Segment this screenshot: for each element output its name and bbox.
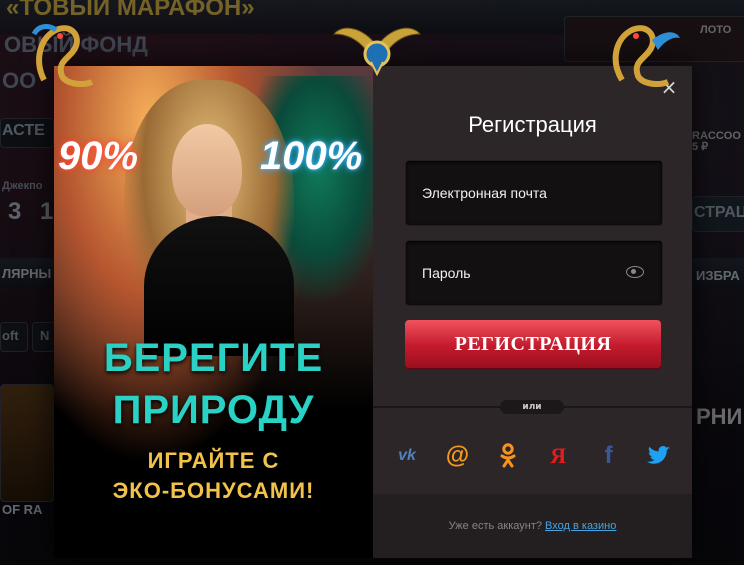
promo-subline2: ЭКО-БОНУСАМИ! [112,478,315,503]
or-label: или [500,400,564,414]
promo-subline1: ИГРАЙТЕ С [147,448,280,473]
register-button[interactable]: РЕГИСТРАЦИЯ [405,320,661,368]
footer-text: Уже есть аккаунт? [448,520,542,532]
password-field-label: Пароль [422,265,471,281]
form-title: Регистрация [468,112,597,137]
form-footer: Уже есть аккаунт? Вход в казино [373,494,692,558]
yandex-icon[interactable]: Я [544,442,572,470]
password-field[interactable]: Пароль [405,240,663,306]
cobra-right-icon [612,25,680,87]
vk-icon[interactable]: vk [393,442,421,470]
eye-icon[interactable] [626,266,644,278]
facebook-icon[interactable]: f [595,442,623,470]
promo-headline-line1: БЕРЕГИТЕ [103,336,324,380]
promo-percent-right: 100% [260,134,363,178]
promo-model-face [172,124,242,216]
promo-banner: 90% 100% БЕРЕГИТЕ ПРИРОДУ ИГРАЙТЕ С ЭКО-… [54,66,373,558]
email-field-label: Электронная почта [422,185,547,201]
scarab-wings-icon [332,27,422,76]
odnoklassniki-icon[interactable] [494,442,522,470]
registration-form: × Регистрация Электронная почта Пароль Р… [373,66,692,558]
footer-text-wrap: Уже есть аккаунт? Вход в казино [373,520,692,532]
registration-modal: 90% 100% БЕРЕГИТЕ ПРИРОДУ ИГРАЙТЕ С ЭКО-… [54,66,692,558]
promo-percent-left: 90% [58,134,139,178]
cobra-left-icon [31,24,94,87]
promo-model-body [144,216,294,356]
email-field[interactable]: Электронная почта [405,160,663,226]
social-login-row: vk @ Я f [393,442,673,470]
login-link[interactable]: Вход в казино [545,520,616,532]
twitter-icon[interactable] [645,442,673,470]
mail-icon[interactable]: @ [443,442,471,470]
promo-headline-line2: ПРИРОДУ [112,388,315,432]
